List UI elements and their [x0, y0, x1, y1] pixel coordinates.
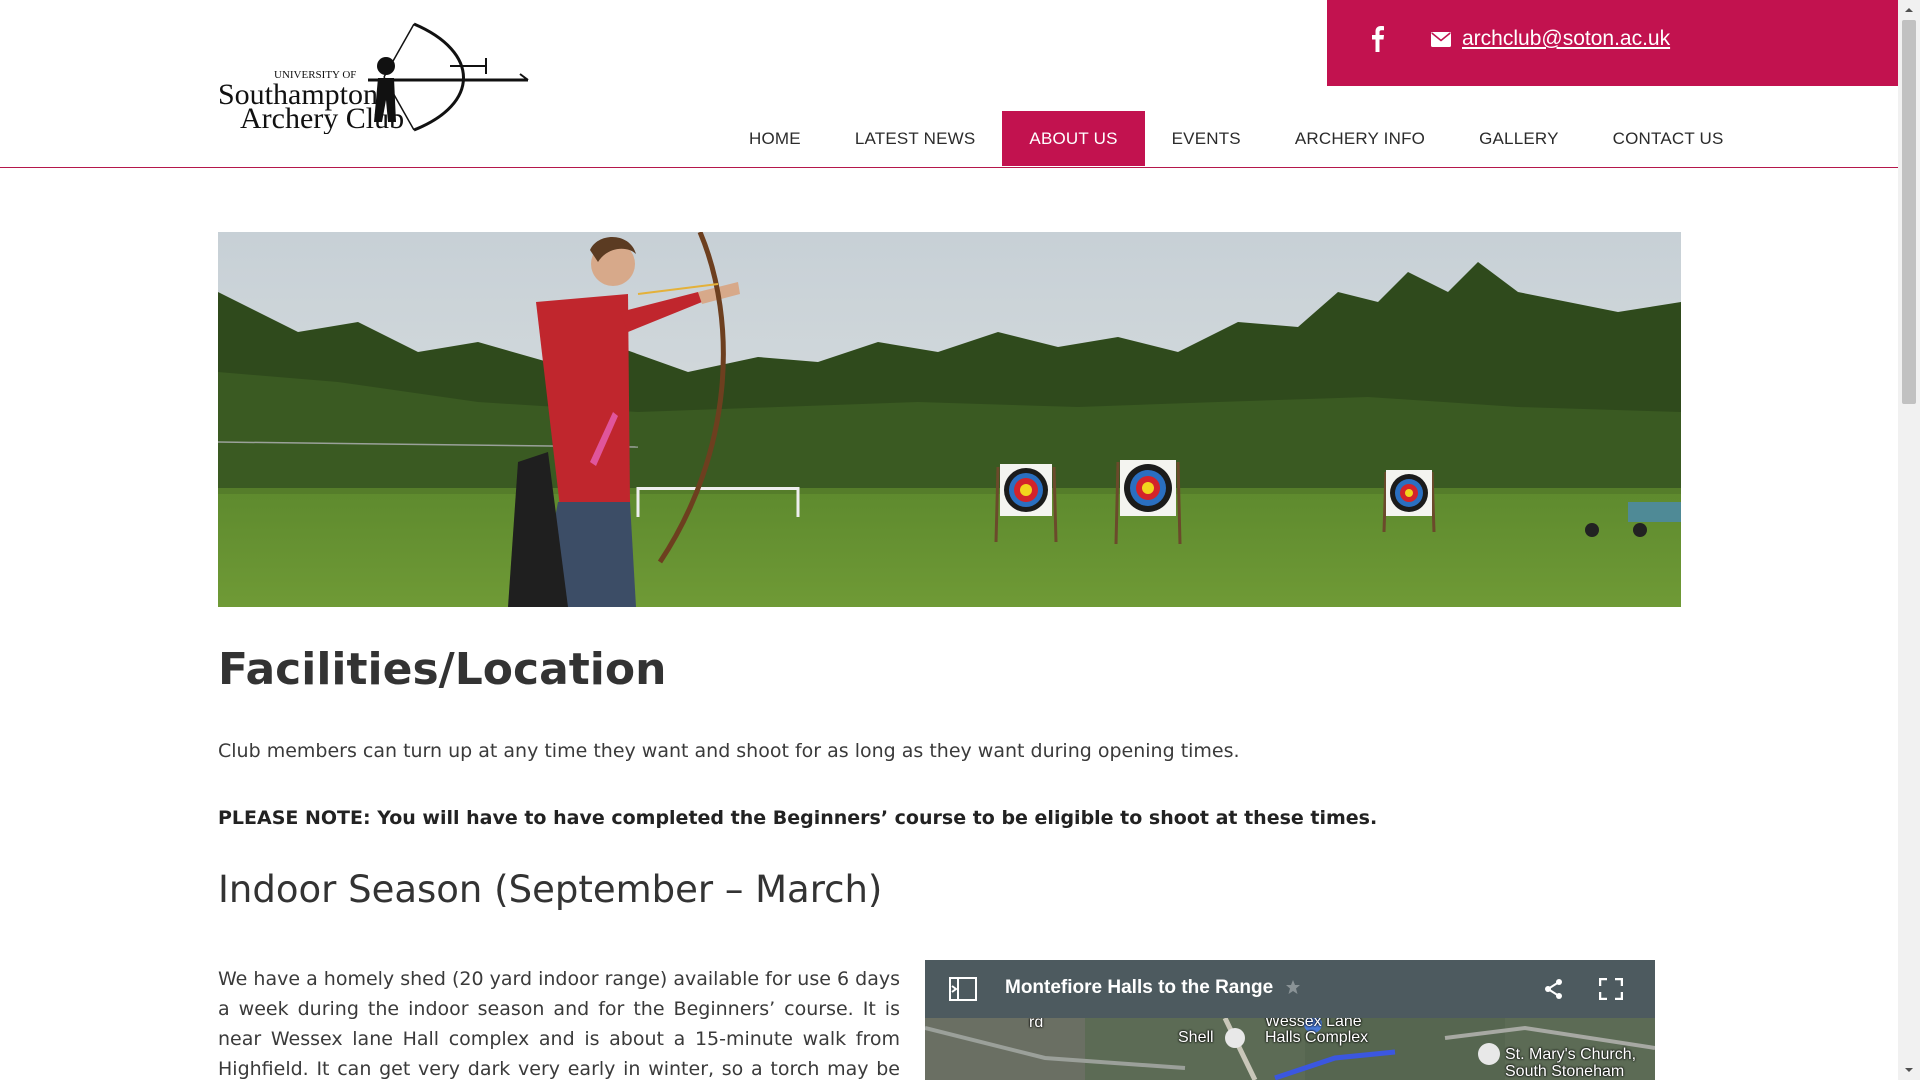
indoor-season-paragraph: We have a homely shed (20 yard indoor ra…: [218, 968, 900, 1080]
club-logo[interactable]: UNIVERSITY OF Southampton Archery Club: [218, 22, 530, 134]
scroll-up-arrow-icon[interactable]: [1898, 0, 1920, 20]
scrollbar-thumb[interactable]: [1902, 20, 1916, 404]
email-link[interactable]: archclub@soton.ac.uk: [1462, 27, 1670, 51]
site-header: UNIVERSITY OF Southampton Archery Club a…: [0, 0, 1898, 168]
fullscreen-icon[interactable]: [1599, 978, 1623, 1000]
envelope-icon: [1431, 32, 1451, 47]
nav-item-latest-news[interactable]: LATEST NEWS: [828, 111, 1003, 166]
map-label-wessex-2: Halls Complex: [1265, 1029, 1369, 1046]
nav-item-events[interactable]: EVENTS: [1145, 111, 1268, 166]
map-embed[interactable]: rd Shell Wessex Lane Halls Complex St. M…: [925, 960, 1655, 1080]
logo-line-3: Archery Club: [240, 102, 404, 134]
scroll-down-arrow-icon[interactable]: [1898, 1060, 1920, 1080]
page-title: Facilities/Location: [218, 644, 667, 695]
map-title[interactable]: Montefiore Halls to the Range: [1005, 977, 1273, 999]
hero-image: [218, 232, 1681, 607]
nav-item-archery-info[interactable]: ARCHERY INFO: [1268, 111, 1452, 166]
share-icon[interactable]: [1543, 978, 1565, 1000]
intro-paragraph: Club members can turn up at any time the…: [218, 740, 1240, 762]
map-label-shell: Shell: [1178, 1029, 1214, 1046]
indoor-season-heading: Indoor Season (September – March): [218, 868, 883, 911]
nav-item-home[interactable]: HOME: [722, 111, 828, 166]
nav-item-contact-us[interactable]: CONTACT US: [1586, 111, 1751, 166]
facebook-icon[interactable]: [1367, 24, 1387, 52]
map-label-church-2: South Stoneham: [1505, 1063, 1625, 1080]
nav-item-about-us[interactable]: ABOUT US: [1002, 111, 1145, 166]
main-nav: HOME LATEST NEWS ABOUT US EVENTS ARCHERY…: [722, 111, 1751, 166]
map-sidebar-icon[interactable]: [949, 977, 977, 1001]
note-paragraph: PLEASE NOTE: You will have to have compl…: [218, 807, 1378, 829]
vertical-scrollbar[interactable]: [1898, 0, 1920, 1080]
star-icon[interactable]: [1285, 979, 1301, 995]
nav-item-gallery[interactable]: GALLERY: [1452, 111, 1586, 166]
map-label-church-1: St. Mary's Church,: [1505, 1046, 1637, 1063]
